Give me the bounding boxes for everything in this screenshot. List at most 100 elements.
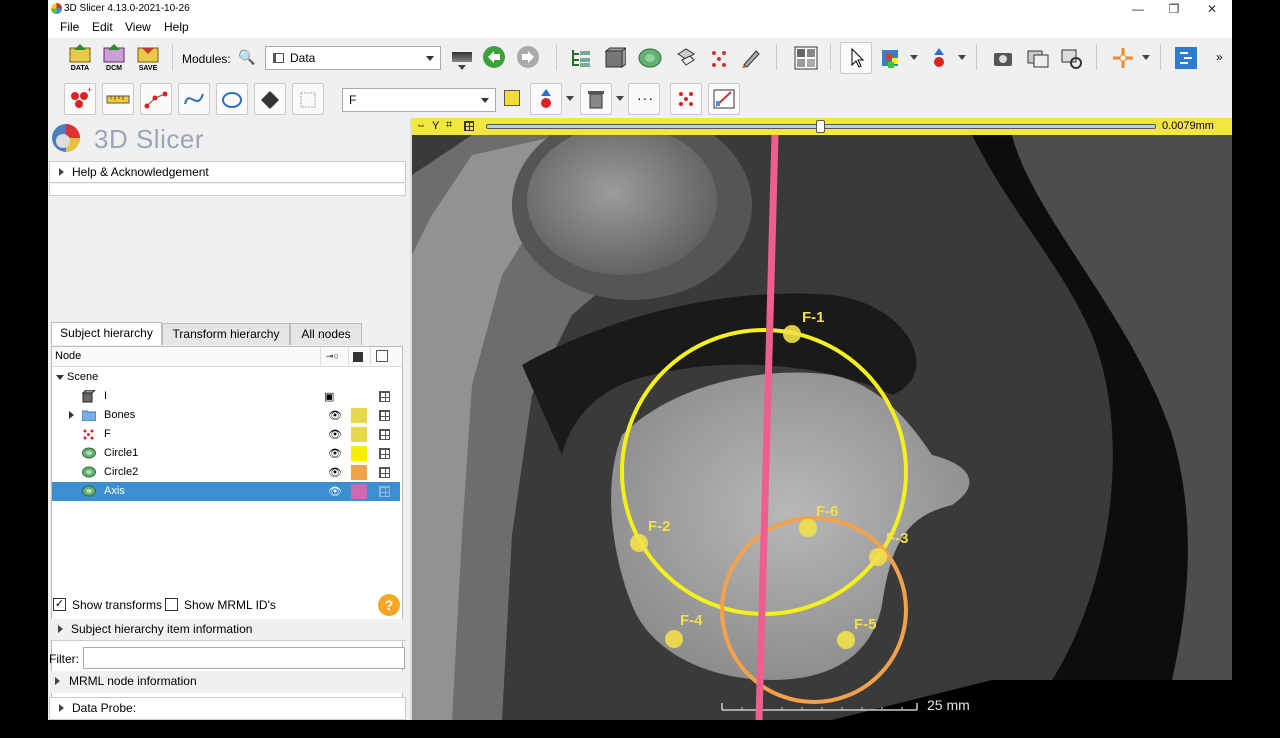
transform-column-icon[interactable] bbox=[376, 350, 388, 362]
transforms-icon[interactable] bbox=[674, 46, 696, 70]
node-color-swatch[interactable] bbox=[351, 408, 367, 423]
eye-icon[interactable]: 👁 bbox=[328, 483, 342, 502]
visibility-column-icon[interactable]: ⊸○ bbox=[326, 351, 339, 362]
pin-icon[interactable]: ⇔ bbox=[416, 120, 426, 131]
editor-icon[interactable] bbox=[740, 47, 762, 69]
show-mrml-ids-checkbox[interactable] bbox=[165, 598, 178, 611]
grid-icon[interactable] bbox=[464, 121, 474, 131]
eye-icon[interactable]: 👁 bbox=[328, 407, 342, 426]
eye-icon[interactable]: 👁 bbox=[328, 426, 342, 445]
filter-input[interactable] bbox=[83, 647, 405, 669]
load-dicom-button[interactable]: DCM bbox=[98, 44, 130, 74]
toolbar-overflow-icon[interactable]: » bbox=[1216, 50, 1223, 64]
more-options-button[interactable]: ··· bbox=[628, 83, 660, 115]
close-button[interactable]: ✕ bbox=[1194, 0, 1230, 18]
slice-view-green[interactable]: ⇔ Y ⌗ 0.0079mm 25 mm F-1 F-2 F-3 F-4 F-5… bbox=[412, 118, 1232, 720]
extension-manager-icon[interactable] bbox=[1060, 48, 1084, 70]
data-tree-icon[interactable] bbox=[570, 48, 592, 68]
tab-all-nodes[interactable]: All nodes bbox=[290, 323, 362, 345]
create-plane-button[interactable] bbox=[254, 83, 286, 115]
delete-point-button[interactable] bbox=[580, 83, 612, 115]
module-search-icon[interactable]: 🔍 bbox=[238, 49, 255, 66]
menu-file[interactable]: File bbox=[60, 20, 79, 34]
transform-grid-icon[interactable] bbox=[379, 448, 390, 459]
module-selector[interactable]: Data bbox=[265, 46, 441, 70]
fiducial-point-f-1[interactable] bbox=[783, 325, 801, 343]
load-data-button[interactable]: DATA bbox=[64, 44, 96, 74]
view-transform-mode-button[interactable] bbox=[840, 42, 872, 74]
eye-icon[interactable]: 👁 bbox=[328, 445, 342, 464]
crosshair-icon[interactable] bbox=[1112, 47, 1134, 69]
menu-view[interactable]: View bbox=[125, 20, 151, 34]
chevron-down-icon[interactable] bbox=[958, 55, 966, 60]
save-button[interactable]: SAVE bbox=[132, 44, 164, 74]
eye-icon[interactable]: 👁 bbox=[328, 464, 342, 483]
markup-color-swatch[interactable] bbox=[504, 90, 520, 106]
transform-grid-icon[interactable] bbox=[379, 486, 390, 497]
volume-rendering-icon[interactable] bbox=[604, 47, 626, 69]
measurement-button[interactable] bbox=[708, 83, 740, 115]
transform-grid-icon[interactable] bbox=[379, 467, 390, 478]
help-acknowledgement-section[interactable]: Help & Acknowledgement bbox=[49, 161, 406, 183]
layout-icon[interactable] bbox=[794, 46, 818, 70]
color-column-icon[interactable] bbox=[353, 352, 363, 362]
collapse-arrow-icon[interactable] bbox=[56, 375, 64, 380]
tree-row-scene[interactable]: Scene bbox=[52, 368, 400, 387]
help-icon[interactable]: ? bbox=[378, 594, 400, 616]
node-color-swatch[interactable] bbox=[351, 446, 367, 461]
tree-row-circle1[interactable]: Circle1 👁 bbox=[52, 444, 400, 463]
tab-transform-hierarchy[interactable]: Transform hierarchy bbox=[162, 323, 290, 345]
place-fiducial-icon[interactable] bbox=[928, 46, 950, 70]
tree-row-i[interactable]: I ▣ bbox=[52, 387, 400, 406]
transform-grid-icon[interactable] bbox=[379, 429, 390, 440]
transform-grid-icon[interactable] bbox=[379, 410, 390, 421]
minimize-button[interactable]: — bbox=[1120, 0, 1156, 18]
models-icon[interactable] bbox=[638, 47, 662, 69]
tree-row-axis[interactable]: Axis 👁 bbox=[52, 482, 400, 501]
tree-row-f[interactable]: F 👁 bbox=[52, 425, 400, 444]
node-color-swatch[interactable] bbox=[351, 484, 367, 499]
slice-offset-slider-handle[interactable] bbox=[816, 120, 825, 133]
tree-row-bones[interactable]: Bones 👁 bbox=[52, 406, 400, 425]
markup-node-selector[interactable]: F bbox=[342, 88, 496, 112]
expand-arrow-icon[interactable] bbox=[69, 411, 74, 419]
restore-button[interactable]: ❐ bbox=[1156, 0, 1192, 18]
show-transforms-checkbox[interactable]: ✓ bbox=[53, 598, 66, 611]
transform-grid-icon[interactable] bbox=[379, 391, 390, 402]
chevron-down-icon[interactable] bbox=[616, 96, 624, 101]
create-angle-button[interactable] bbox=[140, 83, 172, 115]
volume-display-icon[interactable]: ▣ bbox=[324, 388, 334, 407]
chevron-down-icon[interactable] bbox=[566, 96, 574, 101]
create-open-curve-button[interactable] bbox=[178, 83, 210, 115]
chevron-down-icon[interactable] bbox=[910, 55, 918, 60]
screenshot-icon[interactable] bbox=[992, 48, 1014, 68]
data-probe-section[interactable]: Data Probe: C:/Users/andra/OneDrive/...M… bbox=[49, 697, 406, 735]
node-color-swatch[interactable] bbox=[351, 465, 367, 480]
menu-edit[interactable]: Edit bbox=[92, 20, 113, 34]
tree-row-circle2[interactable]: Circle2 👁 bbox=[52, 463, 400, 482]
create-point-list-button[interactable]: + bbox=[64, 83, 96, 115]
chevron-down-icon[interactable] bbox=[1142, 55, 1150, 60]
mrml-node-info-section[interactable]: MRML node information bbox=[49, 671, 406, 693]
window-level-icon[interactable] bbox=[880, 47, 904, 71]
fiducial-point-f-3[interactable] bbox=[869, 548, 887, 566]
forward-arrow-icon[interactable] bbox=[516, 45, 540, 69]
link-icon[interactable]: ⌗ bbox=[446, 119, 452, 132]
create-closed-curve-button[interactable] bbox=[216, 83, 248, 115]
node-color-swatch[interactable] bbox=[351, 427, 367, 442]
fiducial-point-f-4[interactable] bbox=[665, 630, 683, 648]
module-history-icon[interactable] bbox=[452, 52, 472, 62]
fiducial-point-f-2[interactable] bbox=[630, 534, 648, 552]
fiducial-point-f-5[interactable] bbox=[837, 631, 855, 649]
place-mode-button[interactable] bbox=[530, 83, 562, 115]
tab-subject-hierarchy[interactable]: Subject hierarchy bbox=[51, 322, 162, 345]
back-arrow-icon[interactable] bbox=[482, 45, 506, 69]
subject-hierarchy-item-info-section[interactable]: Subject hierarchy item information bbox=[49, 619, 406, 641]
fiducial-point-f-6[interactable] bbox=[799, 519, 817, 537]
python-console-icon[interactable] bbox=[1174, 46, 1198, 70]
menu-help[interactable]: Help bbox=[164, 20, 189, 34]
scene-views-icon[interactable] bbox=[1026, 48, 1050, 68]
markups-icon[interactable] bbox=[708, 48, 730, 68]
create-line-button[interactable] bbox=[102, 83, 134, 115]
toggle-point-visibility-button[interactable] bbox=[670, 83, 702, 115]
